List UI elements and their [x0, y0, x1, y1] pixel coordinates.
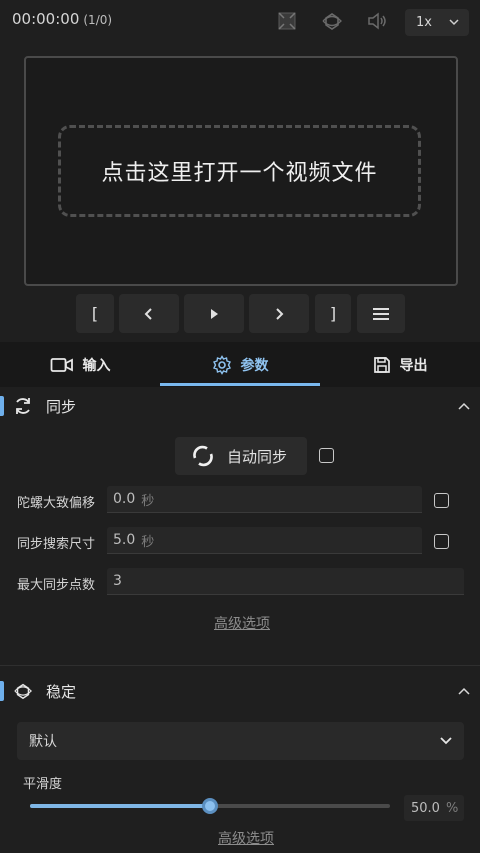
stabilization-preset-value: 默认: [29, 734, 57, 750]
mark-in-label: [: [91, 304, 99, 323]
section-marker: [0, 681, 4, 701]
open-video-dropzone[interactable]: 点击这里打开一个视频文件: [58, 125, 421, 217]
auto-sync-label: 自动同步: [227, 447, 288, 466]
timecode-value: 00:00:00: [12, 10, 80, 28]
gear-icon: [212, 354, 231, 375]
frame-counter: (1/0): [83, 13, 113, 27]
chevron-up-icon[interactable]: [456, 683, 472, 699]
sync-search-size-unit: 秒: [141, 534, 155, 550]
tab-input-label: 输入: [82, 357, 111, 374]
mark-out-label: ]: [329, 304, 337, 323]
chevron-down-icon: [449, 19, 459, 26]
smoothness-slider-fill: [30, 804, 210, 808]
sync-section-header[interactable]: 同步: [0, 386, 480, 426]
tab-input[interactable]: 输入: [0, 342, 160, 387]
next-frame-icon: [276, 307, 284, 320]
mark-out-button[interactable]: ]: [315, 294, 351, 333]
chevron-up-icon[interactable]: [456, 398, 472, 414]
playback-speed-value: 1x: [416, 15, 432, 30]
chevron-down-icon: [440, 737, 452, 745]
volume-icon[interactable]: [366, 10, 388, 32]
smoothness-value: 50.0: [411, 800, 440, 816]
timecode: 00:00:00 (1/0): [12, 10, 112, 28]
smoothness-value-input[interactable]: 50.0%: [404, 795, 464, 821]
gyro-offset-input[interactable]: 0.0 秒: [107, 486, 422, 513]
crop-icon[interactable]: [276, 10, 298, 32]
gyro-offset-value: 0.0: [113, 491, 136, 507]
tab-export-label: 导出: [399, 357, 428, 374]
stabilization-section-header[interactable]: 稳定: [0, 671, 480, 711]
stabilization-preset-select[interactable]: 默认: [17, 722, 464, 760]
tab-params-label: 参数: [240, 357, 269, 374]
tab-bar: 输入 参数 导出: [0, 342, 480, 387]
sync-icon: [16, 398, 30, 414]
smoothness-label: 平滑度: [23, 777, 63, 792]
auto-sync-button[interactable]: 自动同步: [175, 437, 307, 475]
menu-button[interactable]: [357, 294, 405, 333]
play-icon: [211, 308, 218, 319]
stabilize-icon: [14, 683, 33, 700]
smoothness-slider-thumb[interactable]: [202, 798, 218, 814]
prev-frame-icon: [144, 307, 152, 320]
spinner-icon: [193, 445, 213, 467]
stabilize-icon[interactable]: [321, 10, 343, 32]
open-video-text: 点击这里打开一个视频文件: [101, 161, 378, 186]
sync-search-size-label: 同步搜索尺寸: [17, 537, 96, 552]
max-sync-points-value: 3: [113, 573, 122, 589]
sync-search-size-checkbox[interactable]: [434, 534, 449, 549]
tab-export[interactable]: 导出: [320, 342, 480, 387]
smoothness-unit: %: [445, 800, 459, 816]
save-icon: [373, 356, 390, 373]
prev-frame-button[interactable]: [119, 294, 179, 333]
playback-speed-select[interactable]: 1x: [405, 9, 469, 36]
stabilization-section-title: 稳定: [46, 682, 77, 701]
play-button[interactable]: [184, 294, 244, 333]
stabilization-advanced-options-link[interactable]: 高级选项: [218, 828, 274, 848]
gyro-offset-label: 陀螺大致偏移: [17, 496, 96, 511]
section-divider: [0, 665, 480, 666]
sync-search-size-input[interactable]: 5.0 秒: [107, 527, 422, 554]
mark-in-button[interactable]: [: [76, 294, 114, 333]
sync-section-title: 同步: [46, 397, 77, 416]
tab-params[interactable]: 参数: [160, 342, 320, 387]
next-frame-button[interactable]: [249, 294, 309, 333]
max-sync-points-input[interactable]: 3: [107, 568, 464, 595]
gyro-offset-checkbox[interactable]: [434, 493, 449, 508]
sync-advanced-options-link[interactable]: 高级选项: [214, 613, 270, 633]
max-sync-points-label: 最大同步点数: [17, 578, 96, 593]
menu-icon: [373, 307, 389, 320]
gyro-offset-unit: 秒: [141, 493, 155, 509]
camera-icon: [50, 357, 73, 372]
sync-search-size-value: 5.0: [113, 532, 136, 548]
section-marker: [0, 396, 4, 416]
auto-sync-checkbox[interactable]: [319, 448, 334, 463]
